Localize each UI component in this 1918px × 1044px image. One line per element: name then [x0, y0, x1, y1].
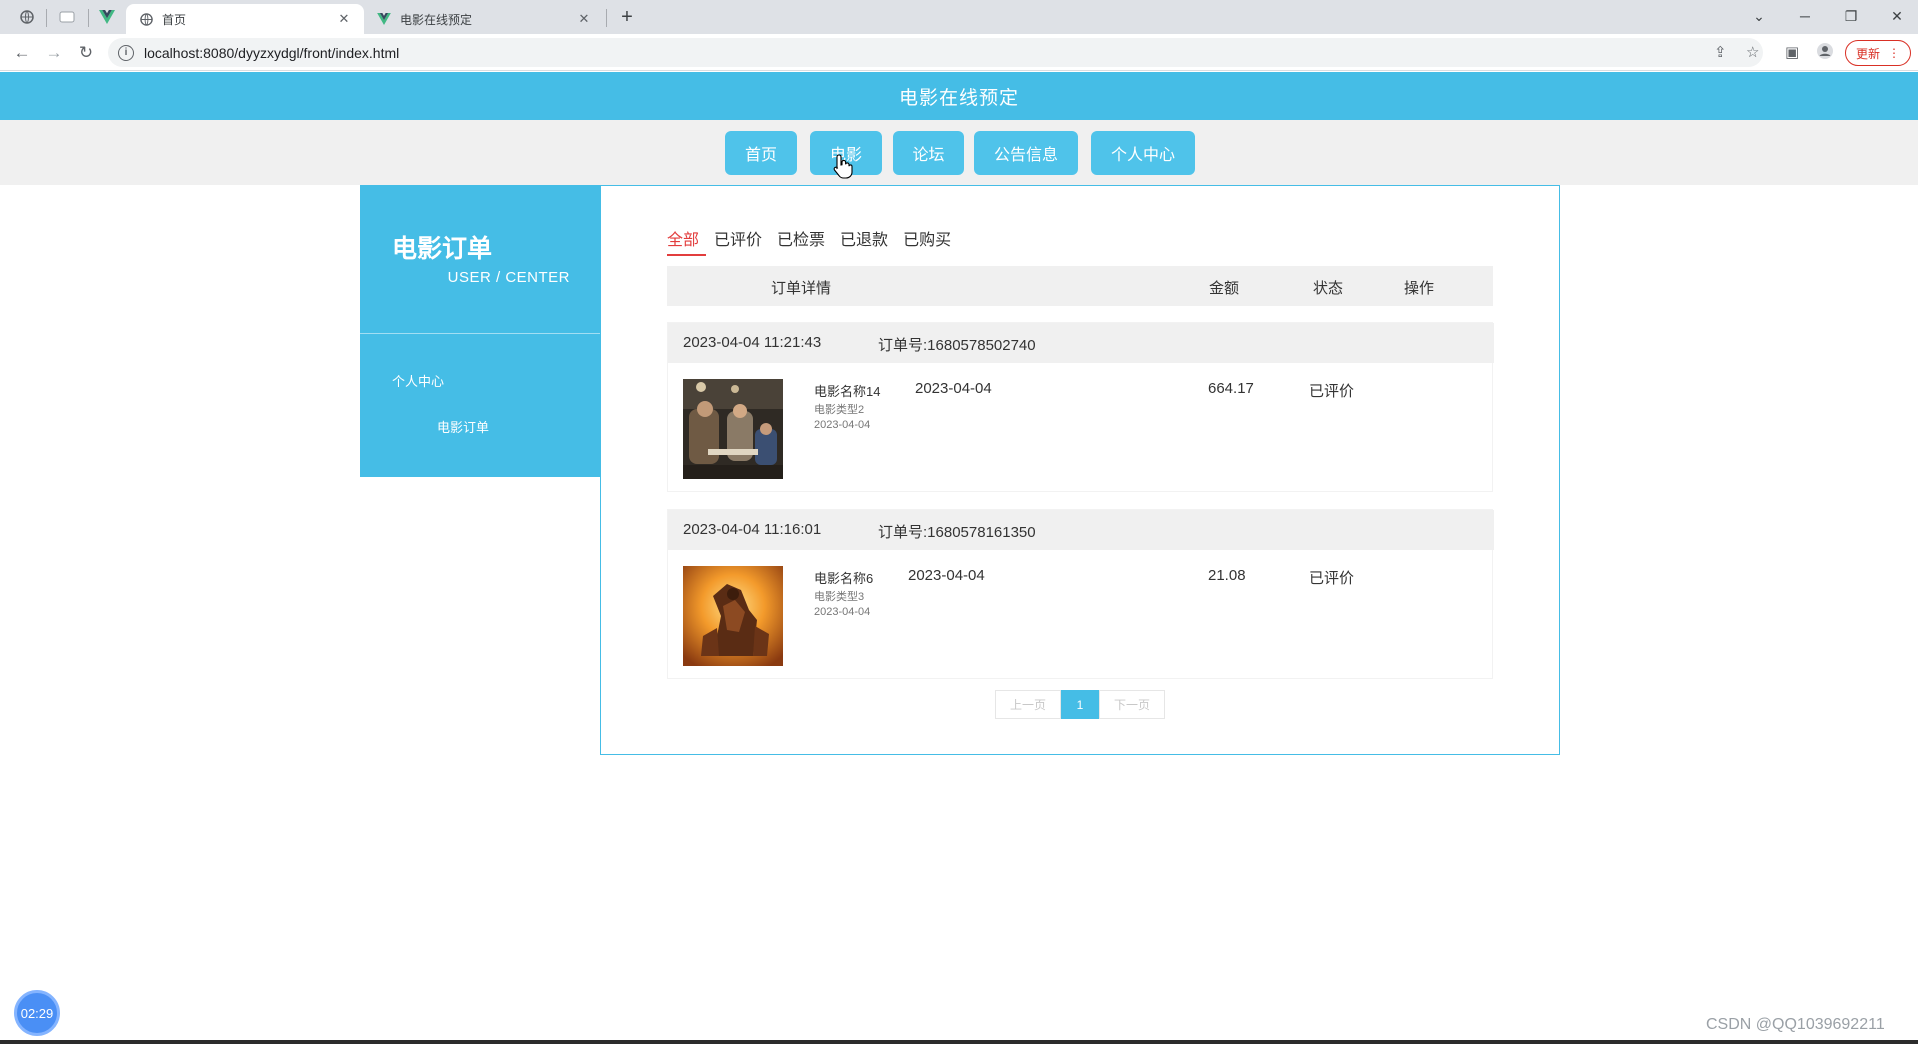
order-row-header: 2023-04-04 11:21:43 订单号:1680578502740	[668, 323, 1494, 363]
window-close-icon[interactable]: ✕	[1874, 0, 1918, 32]
forward-arrow-icon[interactable]: →	[40, 39, 68, 67]
hand-pointer-cursor-icon	[833, 154, 853, 179]
movie-date: 2023-04-04	[814, 419, 871, 431]
order-row: 2023-04-04 11:21:43 订单号:1680578502740 电影…	[667, 322, 1494, 492]
orders-table-header: 订单详情 金额 状态 操作	[667, 266, 1493, 306]
next-page-button[interactable]: 下一页	[1099, 690, 1165, 719]
minimize-icon[interactable]: ─	[1782, 0, 1828, 32]
tab-separator	[606, 9, 607, 27]
filter-tab-purchased[interactable]: 已购买	[903, 226, 958, 256]
movie-type: 电影类型3	[814, 591, 865, 603]
order-number: 订单号:1680578161350	[878, 524, 1036, 541]
restore-icon[interactable]: ❐	[1828, 0, 1874, 32]
order-row-header: 2023-04-04 11:16:01 订单号:1680578161350	[668, 510, 1494, 550]
filter-tab-all[interactable]: 全部	[667, 226, 707, 256]
nav-home-button[interactable]: 首页	[725, 131, 797, 175]
update-button[interactable]: 更新 ⋮	[1845, 40, 1911, 66]
more-vertical-icon: ⋮	[1888, 46, 1900, 60]
order-status: 已评价	[1309, 383, 1355, 400]
movie-poster-image[interactable]	[683, 566, 783, 666]
sidebar-item-personal-center[interactable]: 个人中心	[392, 371, 444, 390]
new-tab-plus-icon[interactable]: +	[614, 4, 640, 30]
bookmark-star-icon[interactable]: ☆	[1746, 43, 1759, 61]
globe-icon[interactable]	[10, 4, 44, 30]
tab-home[interactable]: 首页 ✕	[126, 4, 364, 34]
sidebar-title: 电影订单	[392, 235, 493, 263]
tab-movie-booking[interactable]: 电影在线预定 ✕	[364, 4, 604, 34]
movie-date: 2023-04-04	[814, 606, 871, 618]
user-sidebar: 电影订单 USER / CENTER 个人中心 电影订单	[360, 185, 600, 477]
site-title: 电影在线预定	[898, 87, 1019, 109]
update-label: 更新	[1855, 46, 1880, 61]
nav-forum-button[interactable]: 论坛	[893, 131, 964, 175]
order-date: 2023-04-04	[915, 380, 992, 397]
order-amount: 664.17	[1208, 380, 1254, 397]
address-bar[interactable]: i localhost:8080/dyyzxydgl/front/index.h…	[108, 38, 1763, 67]
share-icon[interactable]: ⇪	[1714, 43, 1727, 61]
tab-separator	[88, 9, 89, 27]
order-number: 订单号:1680578502740	[878, 337, 1036, 354]
order-status: 已评价	[1309, 570, 1355, 587]
back-arrow-icon[interactable]: ←	[8, 39, 36, 67]
movie-name[interactable]: 电影名称6	[814, 568, 873, 587]
side-panel-icon[interactable]: ▣	[1785, 43, 1799, 61]
order-amount: 21.08	[1208, 567, 1246, 584]
globe-icon	[138, 11, 154, 27]
header-action: 操作	[1404, 280, 1435, 297]
nav-personal-center-button[interactable]: 个人中心	[1091, 131, 1195, 175]
sidebar-subtitle: USER / CENTER	[447, 269, 570, 286]
current-page-button[interactable]: 1	[1061, 690, 1099, 719]
movie-type: 电影类型2	[814, 404, 865, 416]
recording-timer-badge[interactable]: 02:29	[14, 990, 60, 1036]
nav-announcements-button[interactable]: 公告信息	[974, 131, 1078, 175]
site-header: 电影在线预定	[0, 72, 1918, 120]
prev-page-button[interactable]: 上一页	[995, 690, 1061, 719]
profile-avatar-icon[interactable]	[1817, 43, 1833, 63]
filter-tab-reviewed[interactable]: 已评价	[714, 226, 769, 256]
tab-title: 电影在线预定	[400, 12, 473, 27]
movie-name[interactable]: 电影名称14	[814, 381, 880, 400]
vue-logo-icon[interactable]	[90, 4, 124, 30]
close-icon[interactable]: ✕	[336, 11, 352, 27]
order-row: 2023-04-04 11:16:01 订单号:1680578161350 电影…	[667, 509, 1494, 679]
tab-separator	[46, 9, 47, 27]
filter-tab-checked[interactable]: 已检票	[777, 226, 832, 256]
header-amount: 金额	[1209, 280, 1240, 297]
close-icon[interactable]: ✕	[576, 11, 592, 27]
browser-tab-strip: 首页 ✕ 电影在线预定 ✕ + ⌄ ─ ❐ ✕	[0, 0, 1918, 34]
site-info-icon[interactable]: i	[118, 44, 134, 61]
browser-toolbar: ← → ↻ i localhost:8080/dyyzxydgl/front/i…	[0, 34, 1918, 71]
order-time: 2023-04-04 11:21:43	[683, 334, 822, 351]
tab-title: 首页	[162, 12, 187, 27]
watermark-text: CSDN @QQ1039692211	[1706, 1016, 1885, 1033]
taskbar-edge	[0, 1040, 1918, 1044]
header-status: 状态	[1313, 280, 1344, 297]
order-time: 2023-04-04 11:16:01	[683, 521, 822, 538]
reload-icon[interactable]: ↻	[72, 39, 100, 67]
blank-page-icon[interactable]	[50, 4, 84, 30]
sidebar-divider	[360, 333, 600, 334]
movie-poster-image[interactable]	[683, 379, 783, 479]
order-filter-tabs: 全部 已评价 已检票 已退款 已购买	[667, 226, 966, 256]
main-nav: 首页 电影 论坛 公告信息 个人中心	[0, 120, 1918, 185]
sidebar-item-movie-orders[interactable]: 电影订单	[437, 417, 489, 436]
url-text[interactable]: localhost:8080/dyyzxydgl/front/index.htm…	[144, 45, 399, 61]
pagination: 上一页 1 下一页	[995, 690, 1165, 719]
header-order-details: 订单详情	[771, 280, 832, 297]
filter-tab-refunded[interactable]: 已退款	[840, 226, 895, 256]
orders-panel: 全部 已评价 已检票 已退款 已购买 订单详情 金额 状态 操作 2023-04…	[600, 185, 1560, 755]
vue-logo-icon	[376, 11, 392, 27]
tab-search-chevron-icon[interactable]: ⌄	[1736, 0, 1782, 32]
order-date: 2023-04-04	[908, 567, 985, 584]
